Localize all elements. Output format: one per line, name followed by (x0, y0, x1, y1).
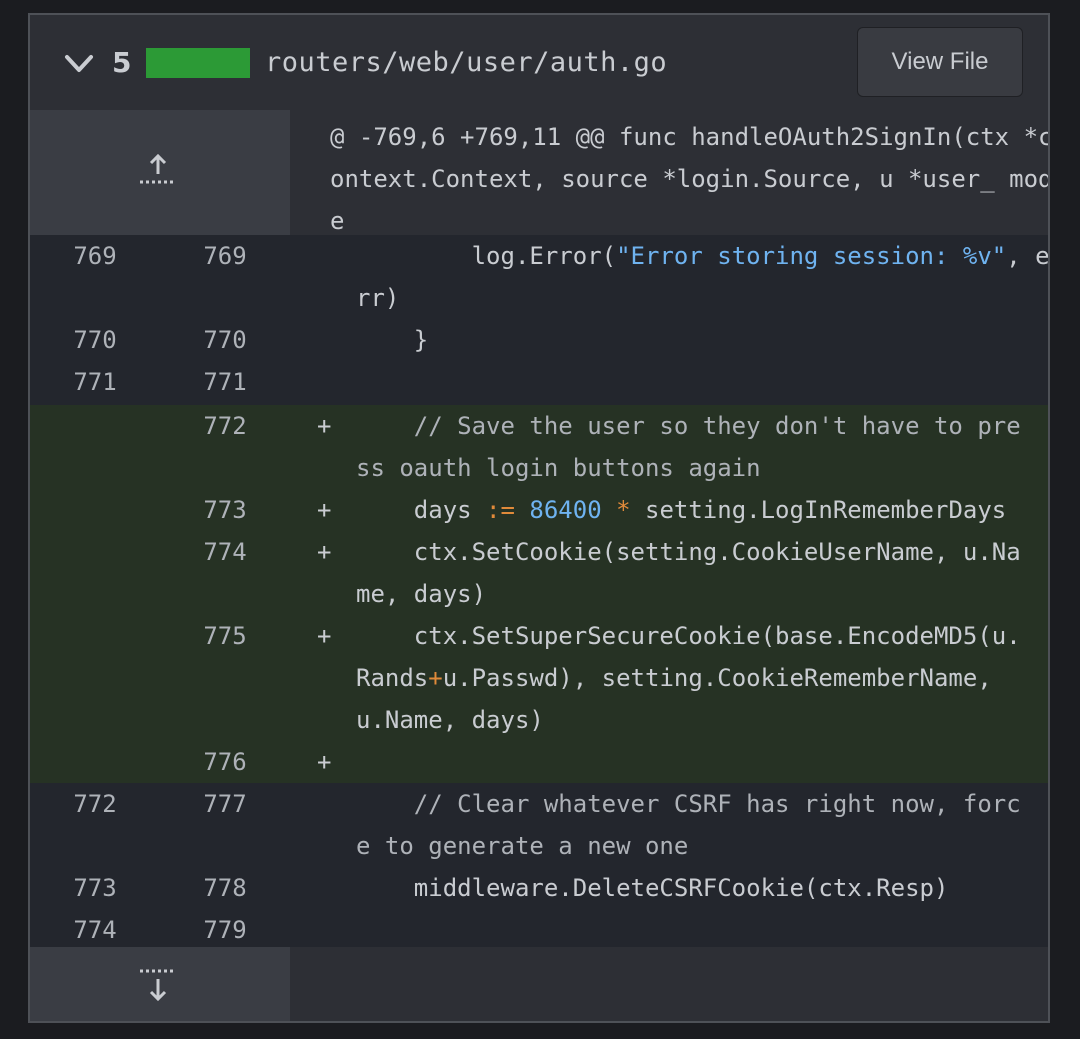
code-segment: // Clear whatever CSRF has right now, fo… (356, 790, 1021, 818)
diff-line-added: 773 + days := 86400 * setting.LogInRemem… (30, 489, 1048, 531)
file-path[interactable]: routers/web/user/auth.go (265, 43, 667, 83)
code-segment: u.Name, days) (356, 706, 544, 734)
number-literal: 86400 (529, 496, 602, 524)
code-segment: e to generate a new one (356, 832, 689, 860)
new-line-number[interactable]: 771 (160, 361, 290, 405)
expand-down-button[interactable] (30, 947, 290, 1021)
diff-line: 771 771 (30, 361, 1048, 405)
diff-line: 769 769 log.Error("Error storing session… (30, 235, 1048, 319)
code-segment: me, days) (356, 580, 487, 608)
old-line-number[interactable]: 772 (30, 783, 160, 867)
code-line: // Save the user so they don't have to p… (356, 405, 1048, 489)
new-line-number[interactable]: 777 (160, 783, 290, 867)
code-line: ctx.SetSuperSecureCookie(base.EncodeMD5(… (356, 615, 1048, 741)
code-line: middleware.DeleteCSRFCookie(ctx.Resp) (356, 874, 949, 902)
diff-file-box: 5 routers/web/user/auth.go View File @ -… (28, 13, 1050, 1023)
diff-file-header: 5 routers/web/user/auth.go View File (30, 15, 1048, 112)
code-segment: setting.LogInRememberDays (630, 496, 1007, 524)
code-segment: rr) (356, 284, 400, 312)
added-sign: + (317, 412, 332, 440)
code-segment: ctx.SetSuperSecureCookie(base.EncodeMD5(… (356, 622, 1021, 650)
hunk-header-text: @ -769,6 +769,11 @@ func handleOAuth2Sig… (330, 123, 1050, 235)
old-line-number (30, 405, 160, 489)
expand-up-icon (140, 153, 176, 184)
string-literal: "Error storing session: %v" (616, 242, 1007, 270)
code-line: ctx.SetCookie(setting.CookieUserName, u.… (356, 531, 1048, 615)
added-sign: + (317, 496, 332, 524)
diff-line: 770 770 } (30, 319, 1048, 361)
code-segment: days (356, 496, 487, 524)
new-line-number[interactable]: 774 (160, 531, 290, 615)
code-segment: log.Error( (356, 242, 617, 270)
operator: * (616, 496, 631, 524)
diff-line-added: 776 + (30, 741, 1048, 783)
code-segment: ctx.SetCookie(setting.CookieUserName, u.… (356, 538, 1021, 566)
operator: + (428, 664, 443, 692)
expand-down-icon (140, 969, 176, 1002)
old-line-number[interactable]: 770 (30, 319, 160, 361)
old-line-number (30, 531, 160, 615)
code-segment: , e (1006, 242, 1050, 270)
new-line-number[interactable]: 769 (160, 235, 290, 319)
code-segment: // Save the user so they don't have to p… (356, 412, 1021, 440)
operator: := (486, 496, 515, 524)
view-file-button[interactable]: View File (857, 27, 1023, 97)
code-segment: u.Passwd), setting.CookieRememberName, (442, 664, 992, 692)
diff-line: 772 777 // Clear whatever CSRF has right… (30, 783, 1048, 867)
old-line-number[interactable]: 771 (30, 361, 160, 405)
hunk-header: @ -769,6 +769,11 @@ func handleOAuth2Sig… (30, 110, 1048, 235)
added-sign: + (317, 748, 332, 776)
code-line: days := 86400 * setting.LogInRememberDay… (356, 489, 1048, 531)
diff-stat-count: 5 (112, 46, 132, 79)
hunk-footer (30, 947, 1048, 1021)
added-sign: + (317, 622, 332, 650)
new-line-number[interactable]: 772 (160, 405, 290, 489)
old-line-number (30, 615, 160, 741)
expand-up-button[interactable] (30, 110, 290, 235)
diff-line: 773 778 middleware.DeleteCSRFCookie(ctx.… (30, 867, 1048, 909)
code-segment: Rands (356, 664, 429, 692)
old-line-number[interactable]: 773 (30, 867, 160, 909)
new-line-number[interactable]: 770 (160, 319, 290, 361)
new-line-number[interactable]: 776 (160, 741, 290, 783)
code-line: } (356, 326, 429, 354)
code-line: log.Error("Error storing session: %v", e… (356, 235, 1050, 319)
diff-line-added: 774 + ctx.SetCookie(setting.CookieUserNa… (30, 531, 1048, 615)
chevron-down-icon[interactable] (64, 53, 94, 75)
code-segment: ss oauth login buttons again (356, 454, 761, 482)
new-line-number[interactable]: 773 (160, 489, 290, 531)
added-sign: + (317, 538, 332, 566)
new-line-number[interactable]: 775 (160, 615, 290, 741)
old-line-number (30, 489, 160, 531)
diff-line-added: 772 + // Save the user so they don't hav… (30, 405, 1048, 489)
code-line: // Clear whatever CSRF has right now, fo… (356, 783, 1048, 867)
new-line-number[interactable]: 778 (160, 867, 290, 909)
old-line-number[interactable]: 769 (30, 235, 160, 319)
old-line-number (30, 741, 160, 783)
diff-body: @ -769,6 +769,11 @@ func handleOAuth2Sig… (30, 110, 1048, 1021)
diff-line-added: 775 + ctx.SetSuperSecureCookie(base.Enco… (30, 615, 1048, 741)
diff-stat-bar (146, 48, 250, 78)
